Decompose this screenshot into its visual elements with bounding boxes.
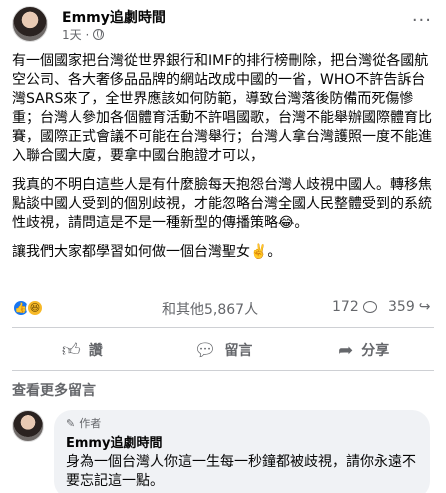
author-name[interactable]: Emmy追劇時間 (62, 7, 166, 27)
haha-reaction-icon: 😆 (26, 299, 44, 317)
share-count-value: 359 (388, 299, 415, 315)
share-label: 分享 (361, 343, 390, 359)
see-more-comments-link[interactable]: 查看更多留言 (12, 380, 96, 400)
commenter-avatar[interactable] (12, 410, 44, 442)
post-header: Emmy追劇時間 1天 · ··· (12, 6, 432, 42)
comment-bubble: ✎ 作者 Emmy追劇時間 身為一個台灣人你這一生每一秒鐘都被歧視，請你永遠不要… (54, 410, 430, 493)
comment-button[interactable]: 💬︎ 留言 (153, 333, 294, 367)
share-icon: ➦ (338, 339, 354, 361)
divider (12, 327, 434, 328)
comment-count[interactable]: 172 (332, 299, 377, 315)
more-options-icon[interactable]: ··· (412, 10, 432, 31)
like-button[interactable]: 👍︎ 讚 (12, 333, 153, 367)
comment-label: 留言 (224, 343, 253, 359)
post-meta: 1天 · (62, 26, 105, 43)
post-body: 有一個國家把台灣從世界銀行和IMF的排行榜刪除，把台灣從各國航空公司、各大奢侈品… (12, 52, 436, 272)
like-label: 讚 (88, 343, 103, 359)
comment-text: 身為一個台灣人你這一生每一秒鐘都被歧視，請你永遠不要忘記這一點。 (66, 454, 416, 489)
divider (12, 370, 434, 371)
reaction-icons[interactable]: 👍 😆 (12, 299, 44, 317)
comment-icon: 💬︎ (193, 339, 217, 361)
share-button[interactable]: ➦ 分享 (293, 333, 434, 367)
pen-icon: ✎ (66, 416, 76, 430)
comment-bubble-icon (362, 301, 377, 313)
globe-icon (93, 29, 105, 40)
post-paragraph: 我真的不明白這些人是有什麼臉每天抱怨台灣人歧視中國人。轉移焦點談中國人受到的個別… (12, 177, 432, 231)
author-badge: ✎ 作者 (66, 416, 418, 431)
comment-author[interactable]: Emmy追劇時間 (66, 432, 418, 451)
post-paragraph: 讓我們大家都學習如何做一個台灣聖女✌️。 (12, 244, 282, 260)
post-stats: 👍 😆 和其他5,867人 172 359 ↪ (12, 297, 434, 319)
share-count[interactable]: 359 ↪ (388, 299, 430, 315)
author-avatar[interactable] (12, 6, 48, 42)
reaction-count[interactable]: 和其他5,867人 (162, 299, 258, 319)
post-paragraph: 有一個國家把台灣從世界銀行和IMF的排行榜刪除，把台灣從各國航空公司、各大奢侈品… (12, 53, 432, 164)
action-bar: 👍︎ 讚 💬︎ 留言 ➦ 分享 (12, 333, 434, 367)
comment-count-value: 172 (332, 299, 359, 315)
share-small-icon: ↪ (418, 299, 431, 315)
post-time[interactable]: 1天 · (62, 26, 89, 43)
author-badge-label: 作者 (79, 417, 102, 430)
thumbs-up-icon: 👍︎ (61, 340, 81, 361)
